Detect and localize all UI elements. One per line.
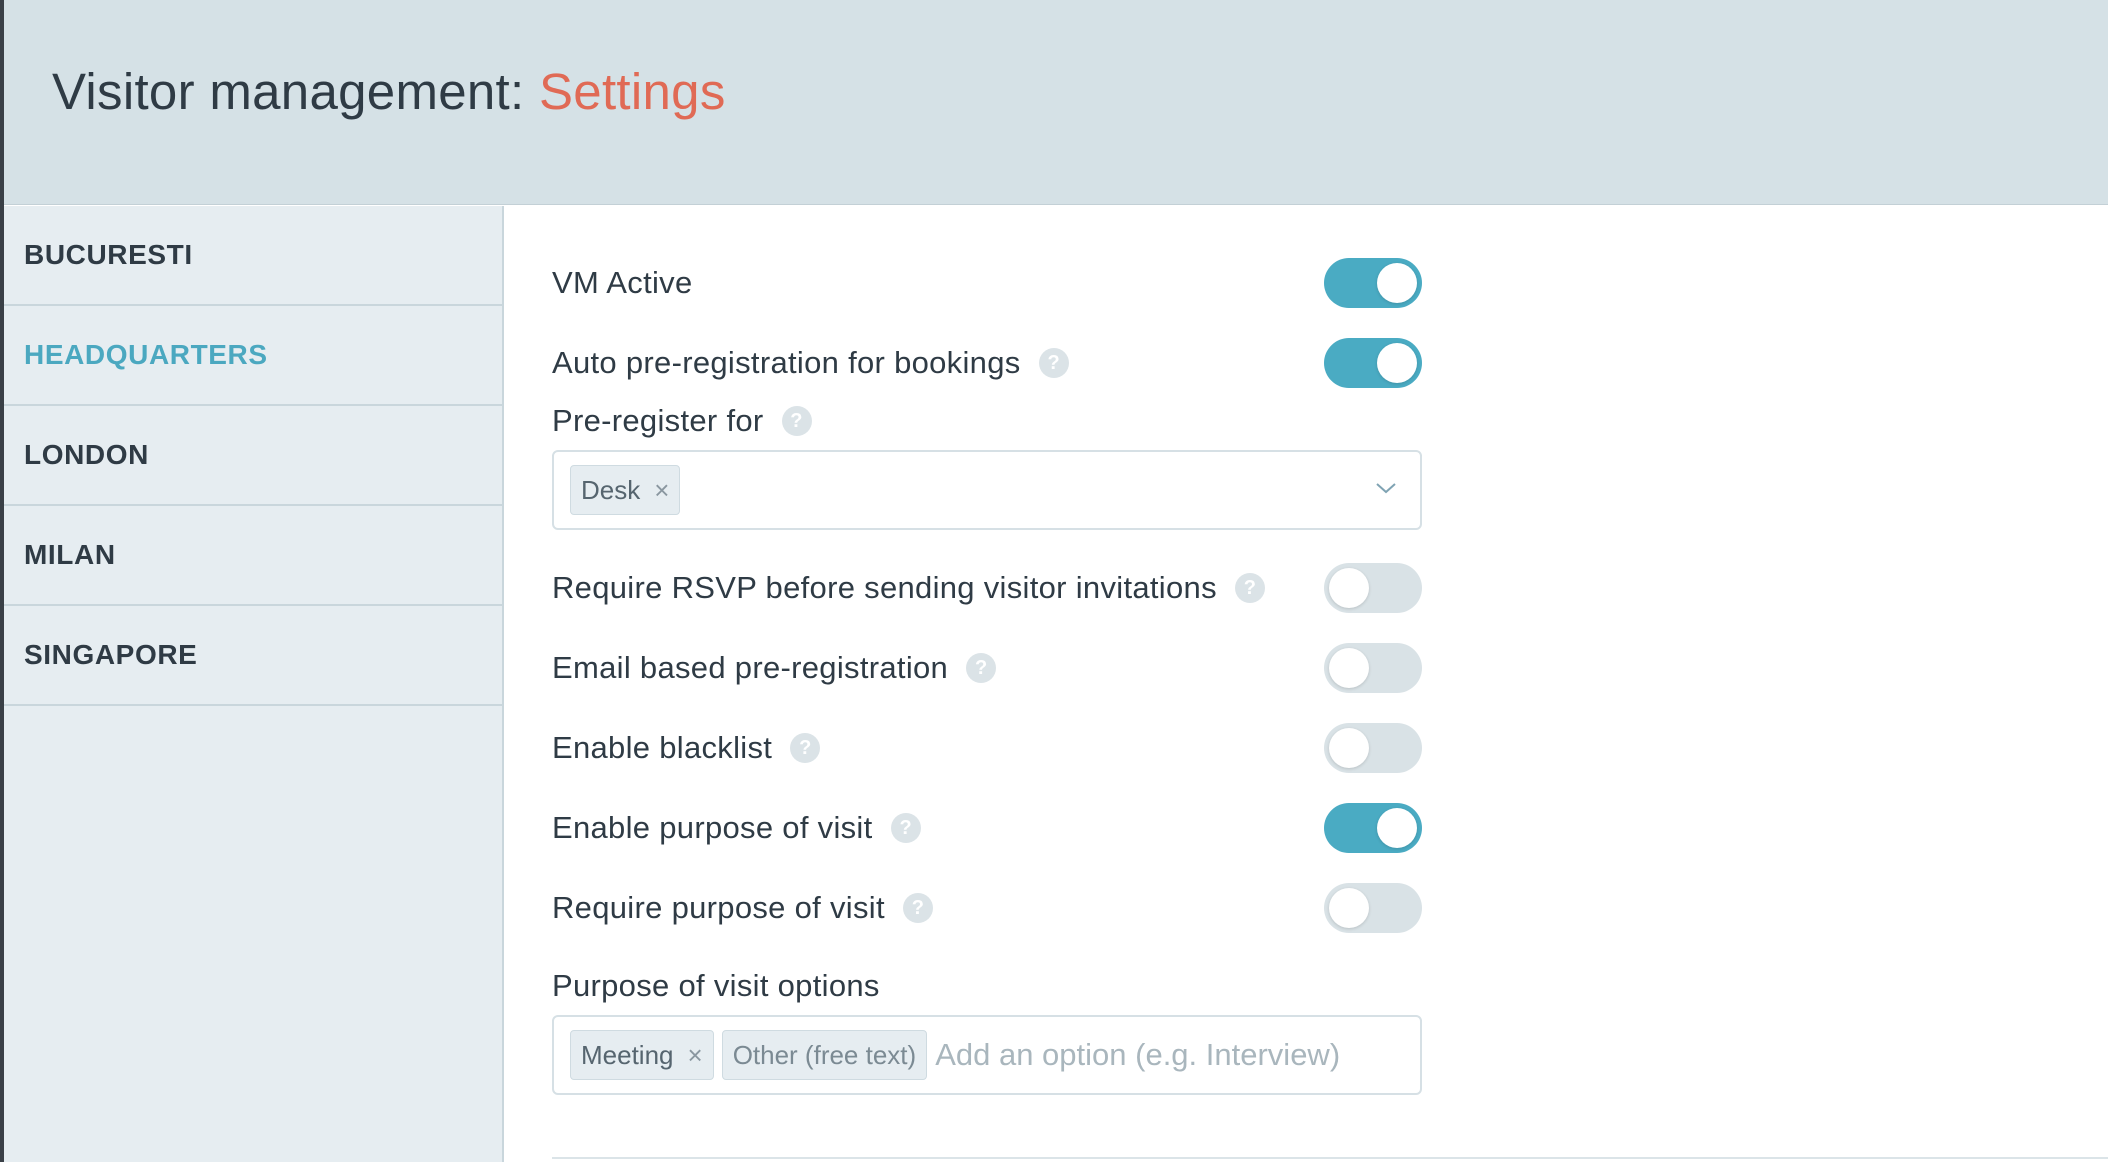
page-header: Visitor management: Settings [4, 0, 2108, 205]
email-preregistration-toggle[interactable] [1324, 643, 1422, 693]
chip-label: Desk [581, 474, 641, 505]
help-icon[interactable]: ? [966, 653, 997, 683]
location-sidebar: BUCURESTI HEADQUARTERS LONDON MILAN SING… [4, 206, 504, 1162]
sidebar-item-milan[interactable]: MILAN [4, 506, 502, 606]
setting-label: Enable blacklist [552, 730, 773, 765]
help-icon[interactable]: ? [902, 893, 933, 923]
setting-require-rsvp: Require RSVP before sending visitor invi… [552, 563, 1422, 613]
preregister-for-select[interactable]: Desk × [552, 450, 1422, 530]
setting-label: Enable purpose of visit [552, 810, 873, 845]
preregister-for-label-row: Pre-register for ? [552, 396, 812, 446]
remove-chip-icon[interactable]: × [688, 1040, 703, 1071]
setting-label: Auto pre-registration for bookings [552, 345, 1021, 380]
setting-label: Pre-register for [552, 403, 764, 438]
sidebar-item-bucuresti[interactable]: BUCURESTI [4, 206, 502, 306]
option-chip-other: Other (free text) [721, 1030, 928, 1080]
sidebar-item-singapore[interactable]: SINGAPORE [4, 606, 502, 706]
require-purpose-toggle[interactable] [1324, 883, 1422, 933]
sidebar-item-label: LONDON [24, 439, 149, 470]
sidebar-item-london[interactable]: LONDON [4, 406, 502, 506]
enable-purpose-toggle[interactable] [1324, 803, 1422, 853]
auto-preregistration-toggle[interactable] [1324, 338, 1422, 388]
setting-email-preregistration: Email based pre-registration ? [552, 643, 1422, 693]
chip-label: Other (free text) [732, 1039, 917, 1070]
page-title-accent: Settings [538, 63, 726, 120]
settings-panel: VM Active Auto pre-registration for book… [506, 206, 2108, 1162]
sidebar-item-label: BUCURESTI [24, 239, 193, 270]
sidebar-item-label: HEADQUARTERS [24, 339, 268, 370]
setting-enable-blacklist: Enable blacklist ? [552, 723, 1422, 773]
chip-label: Meeting [581, 1039, 674, 1070]
setting-label: Purpose of visit options [552, 968, 880, 1003]
setting-label: VM Active [552, 265, 693, 300]
sidebar-item-label: MILAN [24, 539, 116, 570]
page-title: Visitor management: Settings [52, 62, 726, 121]
help-icon[interactable]: ? [790, 733, 821, 763]
toggle-knob [1329, 728, 1369, 768]
toggle-knob [1329, 568, 1369, 608]
help-icon[interactable]: ? [1038, 348, 1069, 378]
toggle-knob [1329, 648, 1369, 688]
vm-active-toggle[interactable] [1324, 258, 1422, 308]
setting-label: Require purpose of visit [552, 890, 885, 925]
setting-vm-active: VM Active [552, 258, 1422, 308]
divider [552, 1157, 2108, 1159]
purpose-options-label-row: Purpose of visit options [552, 961, 880, 1011]
enable-blacklist-toggle[interactable] [1324, 723, 1422, 773]
help-icon[interactable]: ? [1234, 573, 1265, 603]
setting-label: Email based pre-registration [552, 650, 949, 685]
sidebar-item-headquarters[interactable]: HEADQUARTERS [4, 306, 502, 406]
require-rsvp-toggle[interactable] [1324, 563, 1422, 613]
help-icon[interactable]: ? [781, 406, 812, 436]
setting-require-purpose: Require purpose of visit ? [552, 883, 1422, 933]
setting-label: Require RSVP before sending visitor invi… [552, 570, 1217, 605]
option-chip-meeting: Meeting × [570, 1030, 714, 1080]
toggle-knob [1377, 808, 1417, 848]
add-option-input[interactable] [935, 1030, 1420, 1080]
toggle-knob [1377, 343, 1417, 383]
remove-chip-icon[interactable]: × [654, 475, 669, 506]
sidebar-item-label: SINGAPORE [24, 639, 198, 670]
setting-enable-purpose: Enable purpose of visit ? [552, 803, 1422, 853]
purpose-options-field[interactable]: Meeting × Other (free text) [552, 1015, 1422, 1095]
toggle-knob [1329, 888, 1369, 928]
chevron-down-icon[interactable] [1374, 476, 1398, 500]
toggle-knob [1377, 263, 1417, 303]
selected-chip-desk: Desk × [570, 465, 681, 515]
page-title-prefix: Visitor management: [52, 63, 539, 120]
setting-auto-preregistration: Auto pre-registration for bookings ? [552, 338, 1422, 388]
help-icon[interactable]: ? [890, 813, 921, 843]
